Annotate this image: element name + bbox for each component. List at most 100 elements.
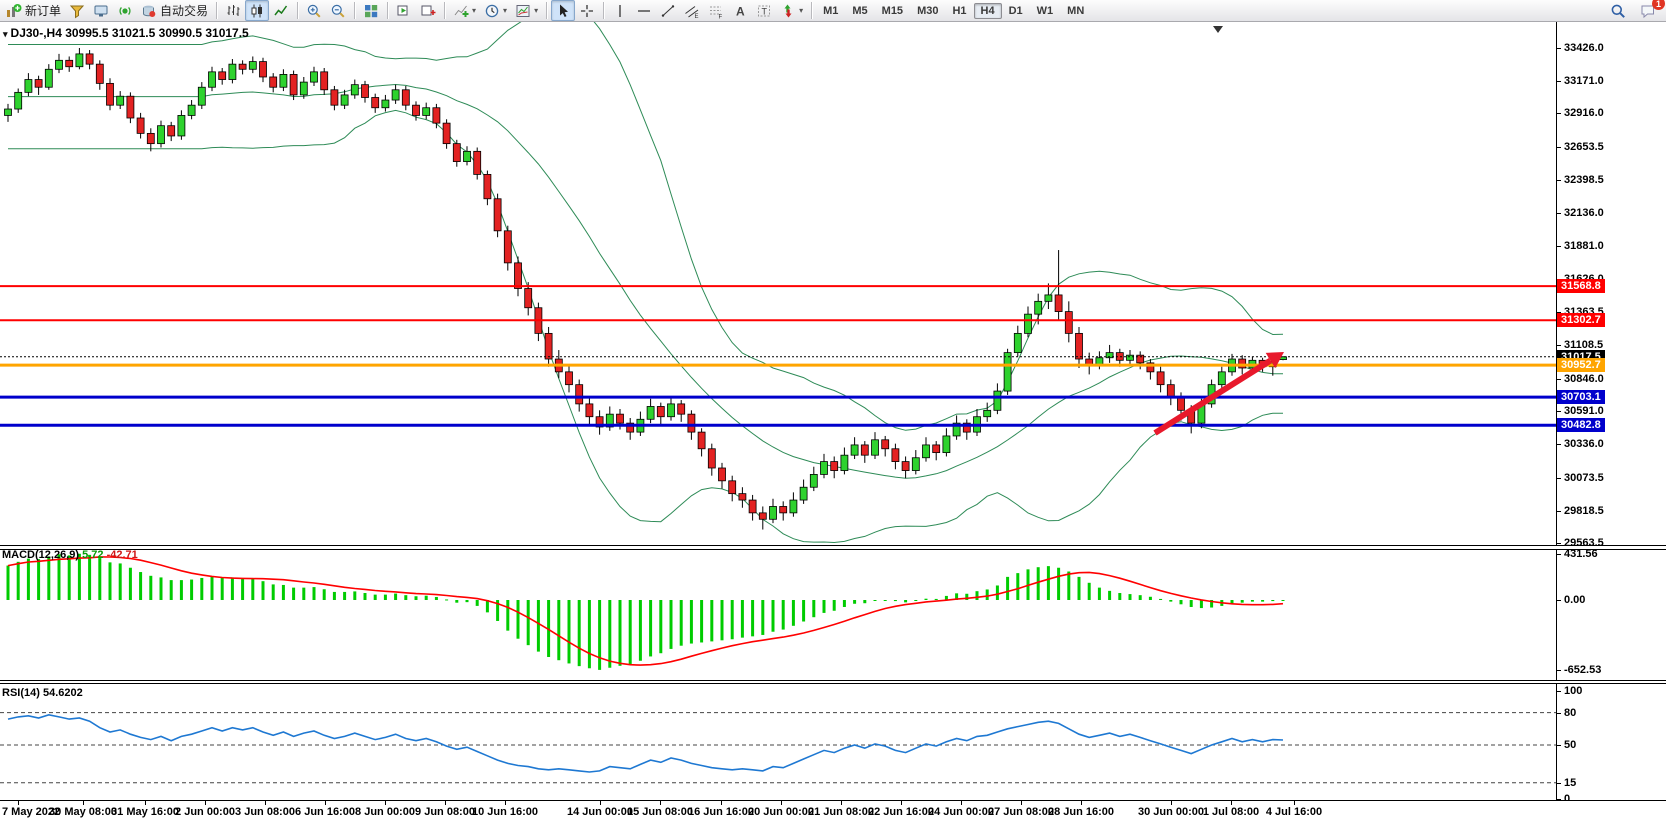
candlestick-icon [249,3,265,19]
time-tick [145,801,146,805]
chart-shift-marker[interactable] [1213,26,1223,33]
scale-tick [1557,213,1561,214]
timeframe-button-M1[interactable]: M1 [816,3,845,19]
scale-tick [1557,554,1561,555]
line-chart-button[interactable] [269,0,293,21]
time-tick-label: 22 Jun 16:00 [868,806,934,818]
scale-tick [1557,180,1561,181]
main-price-chart[interactable] [0,22,1556,546]
order-icon [6,3,22,19]
timeframe-button-D1[interactable]: D1 [1002,3,1030,19]
horizontal-lines [0,286,1556,425]
timeframe-button-M15[interactable]: M15 [875,3,910,19]
scale-tick [1557,81,1561,82]
time-tick-label: 6 Jun 16:00 [295,806,355,818]
macd-label-text: MACD(12,26,9) [2,549,79,561]
scale-tick [1557,745,1561,746]
new-chart-button[interactable] [416,0,440,21]
horizontal-line-button[interactable] [632,0,656,21]
toolbar-separator [603,2,604,19]
arrow-shapes-icon [780,3,796,19]
macd-signal-value: -42.71 [107,549,138,561]
toolbar-separator [297,2,298,19]
market-watch-button[interactable] [89,0,113,21]
scale-tick [1557,783,1561,784]
toolbar-separator [216,2,217,19]
price-tick-label: 29818.5 [1564,504,1604,518]
crosshair-icon [579,3,595,19]
time-tick-label: 1 Jul 08:00 [1203,806,1259,818]
channel-button[interactable]: E [680,0,704,21]
panel-divider-macd-rsi[interactable] [0,680,1666,684]
time-tick-label: 9 Jun 08:00 [415,806,475,818]
zoom-in-button[interactable] [302,0,326,21]
arrows-button[interactable]: ▾ [776,0,807,21]
new-order-button[interactable]: 新订单 [2,0,65,21]
chart-title-text: DJ30-,H4 30995.5 31021.5 30990.5 31017.5 [11,26,249,40]
chevron-down-icon: ▾ [503,7,507,15]
time-tick-label: 24 Jun 00:00 [928,806,994,818]
macd-tick-label: 0.00 [1564,593,1585,607]
timeframe-button-M30[interactable]: M30 [910,3,945,19]
time-tick [205,801,206,805]
toolbar-separator [354,2,355,19]
vertical-line-button[interactable] [608,0,632,21]
hline-icon [636,3,652,19]
price-tick-label: 30336.0 [1564,437,1604,451]
time-tick-label: 27 Jun 08:00 [988,806,1054,818]
rsi-tick-label: 15 [1564,776,1576,790]
label-button[interactable]: T [752,0,776,21]
rsi-indicator-panel[interactable] [0,684,1556,800]
panel-divider-main-macd[interactable] [0,545,1666,550]
bar-chart-button[interactable] [221,0,245,21]
indicators-button[interactable]: ▾ [449,0,480,21]
timeframe-button-H1[interactable]: H1 [945,3,973,19]
time-tick [781,801,782,805]
time-tick-label: 2 Jun 00:00 [175,806,235,818]
template-icon [515,3,531,19]
timeframe-button-H4[interactable]: H4 [974,3,1002,19]
time-tick [1294,801,1295,805]
tile-windows-button[interactable] [359,0,383,21]
zoom-out-button[interactable] [326,0,350,21]
macd-histogram [7,554,1285,670]
price-badge-30482.8: 30482.8 [1557,418,1605,432]
macd-indicator-panel[interactable] [0,550,1556,680]
notifications-button[interactable]: 1 [1636,0,1660,21]
autotrading-button[interactable]: 自动交易 [137,0,212,21]
price-tick-label: 33171.0 [1564,74,1604,88]
timeframe-button-M5[interactable]: M5 [845,3,874,19]
channel-icon: E [684,3,700,19]
svg-text:F: F [719,14,723,19]
time-tick [445,801,446,805]
candlestick-button[interactable] [245,0,269,21]
cursor-button[interactable] [551,0,575,21]
price-tick-label: 30591.0 [1564,404,1604,418]
crosshair-button[interactable] [575,0,599,21]
search-button[interactable] [1606,0,1630,21]
scale-tick [1557,48,1561,49]
svg-text:E: E [695,14,699,19]
time-scale[interactable]: 7 May 202230 May 08:0031 May 16:002 Jun … [0,800,1666,822]
svg-text:A: A [736,4,745,18]
scale-tick [1557,345,1561,346]
signals-button[interactable] [113,0,137,21]
fibonacci-icon: F [708,3,724,19]
chart-title: ▾DJ30-,H4 30995.5 31021.5 30990.5 31017.… [3,26,249,40]
text-button[interactable]: A [728,0,752,21]
trendline-button[interactable] [656,0,680,21]
timeframe-button-W1[interactable]: W1 [1030,3,1061,19]
fibonacci-button[interactable]: F [704,0,728,21]
periods-button[interactable]: ▾ [480,0,511,21]
timeframe-button-MN[interactable]: MN [1060,3,1091,19]
chart-add-icon [420,3,436,19]
time-tick-label: 30 May 08:00 [49,806,117,818]
chart-step-button[interactable] [392,0,416,21]
bar-chart-icon [225,3,241,19]
funnel-button[interactable] [65,0,89,21]
templates-button[interactable]: ▾ [511,0,542,21]
scale-tick [1557,411,1561,412]
symbol-dropdown-icon[interactable]: ▾ [3,29,8,39]
macd-signal-line [8,557,1283,665]
time-tick-label: 20 Jun 00:00 [748,806,814,818]
